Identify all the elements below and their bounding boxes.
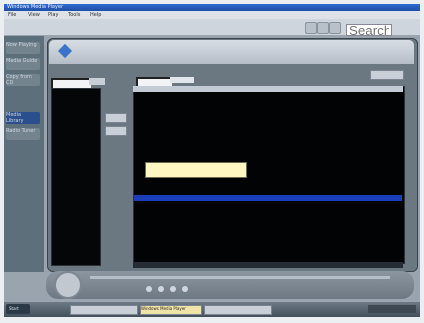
table-row[interactable] xyxy=(134,215,402,221)
sidebar-item-radio-tuner[interactable]: Radio Tuner xyxy=(6,128,40,140)
sidebar-item-copy-from-cd[interactable]: Copy from CD xyxy=(6,74,40,86)
table-row[interactable] xyxy=(134,245,402,251)
table-row-selected[interactable] xyxy=(134,195,402,201)
taskbar-item-media-player[interactable]: Windows Media Player xyxy=(140,305,202,315)
refresh-icon[interactable] xyxy=(329,22,341,34)
menu-play[interactable]: Play xyxy=(48,12,58,18)
play-button[interactable] xyxy=(54,271,82,299)
app-header xyxy=(49,40,414,64)
menu-help[interactable]: Help xyxy=(90,12,101,18)
sidebar-item-now-playing[interactable]: Now Playing xyxy=(6,42,40,54)
table-row[interactable] xyxy=(134,95,402,101)
table-row[interactable] xyxy=(134,225,402,231)
sidebar-item-media-guide[interactable]: Media Guide xyxy=(6,58,40,70)
window-title: Windows Media Player xyxy=(7,4,64,10)
sidebar-item-label: Media Library xyxy=(6,112,24,124)
back-icon[interactable] xyxy=(305,22,317,34)
table-row[interactable] xyxy=(134,125,402,131)
next-button[interactable] xyxy=(170,286,176,292)
sidebar-item-label: Copy from CD xyxy=(6,74,32,86)
window-titlebar: Windows Media Player xyxy=(4,4,420,11)
mute-button[interactable] xyxy=(182,286,188,292)
move-left-button[interactable] xyxy=(105,126,127,136)
stop-button[interactable] xyxy=(146,286,152,292)
taskbar-item[interactable] xyxy=(204,305,272,315)
grid-action-button[interactable] xyxy=(370,70,404,80)
sidebar-item-label: Now Playing xyxy=(6,42,37,48)
previous-button[interactable] xyxy=(158,286,164,292)
table-row[interactable] xyxy=(134,135,402,141)
table-row[interactable] xyxy=(134,205,402,211)
sidebar xyxy=(4,36,44,272)
forward-icon[interactable] xyxy=(317,22,329,34)
seek-bar[interactable] xyxy=(90,276,390,279)
table-row[interactable] xyxy=(134,155,402,161)
table-row[interactable] xyxy=(134,145,402,151)
menu-view[interactable]: View xyxy=(28,12,40,18)
left-pane-button[interactable] xyxy=(89,78,105,85)
table-row[interactable] xyxy=(134,105,402,111)
menubar: File View Play Tools Help xyxy=(4,11,420,19)
menu-file[interactable]: File xyxy=(8,12,16,18)
taskbar-item[interactable] xyxy=(70,305,138,315)
left-pane-list[interactable] xyxy=(51,88,101,266)
tooltip xyxy=(145,162,247,178)
table-row[interactable] xyxy=(134,235,402,241)
sidebar-item-label: Media Guide xyxy=(6,58,38,64)
move-right-button[interactable] xyxy=(105,113,127,123)
menu-tools[interactable]: Tools xyxy=(68,12,80,18)
search-input[interactable] xyxy=(346,24,392,36)
grid-header xyxy=(133,86,403,92)
sidebar-item-media-library[interactable]: Media Library xyxy=(6,112,40,124)
grid-status xyxy=(133,262,403,268)
grid-filter-dropdown[interactable] xyxy=(170,77,194,83)
table-row[interactable] xyxy=(134,185,402,191)
table-row[interactable] xyxy=(134,115,402,121)
sidebar-item-label: Radio Tuner xyxy=(6,128,36,134)
start-button[interactable]: Start xyxy=(6,304,30,314)
start-label: Start xyxy=(9,306,19,311)
system-tray xyxy=(368,305,416,313)
